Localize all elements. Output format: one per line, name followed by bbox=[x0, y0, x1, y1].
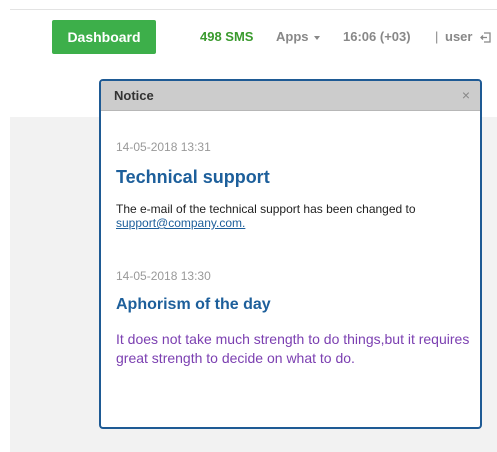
news-body: The e-mail of the technical support has … bbox=[116, 202, 471, 230]
clock: 16:06 (+03) bbox=[343, 29, 411, 44]
chevron-down-icon bbox=[313, 35, 320, 40]
top-navbar: Dashboard 498 SMS Apps 16:06 (+03) | use… bbox=[0, 20, 497, 54]
support-email-link[interactable]: support@company.com. bbox=[116, 216, 245, 230]
news-title: Technical support bbox=[116, 167, 270, 187]
apps-menu[interactable]: Apps bbox=[276, 20, 320, 54]
dashboard-button[interactable]: Dashboard bbox=[52, 20, 156, 54]
news-title: Aphorism of the day bbox=[116, 296, 271, 313]
notice-dialog-header: Notice × bbox=[101, 81, 480, 111]
notice-dialog: Notice × 14-05-2018 13:31 Technical supp… bbox=[99, 79, 482, 429]
navbar-separator: | bbox=[435, 29, 439, 44]
logout-icon[interactable] bbox=[480, 32, 492, 43]
notice-dialog-title: Notice bbox=[114, 88, 154, 103]
apps-menu-label: Apps bbox=[276, 29, 309, 44]
news-body-text: The e-mail of the technical support has … bbox=[116, 202, 416, 216]
news-date: 14-05-2018 13:30 bbox=[116, 269, 211, 283]
aphorism-text: It does not take much strength to do thi… bbox=[116, 331, 470, 366]
news-date: 14-05-2018 13:31 bbox=[116, 140, 211, 154]
user-menu[interactable]: user bbox=[445, 20, 472, 54]
close-icon[interactable]: × bbox=[462, 81, 470, 110]
top-divider bbox=[10, 9, 497, 10]
sms-balance[interactable]: 498 SMS bbox=[200, 20, 253, 54]
